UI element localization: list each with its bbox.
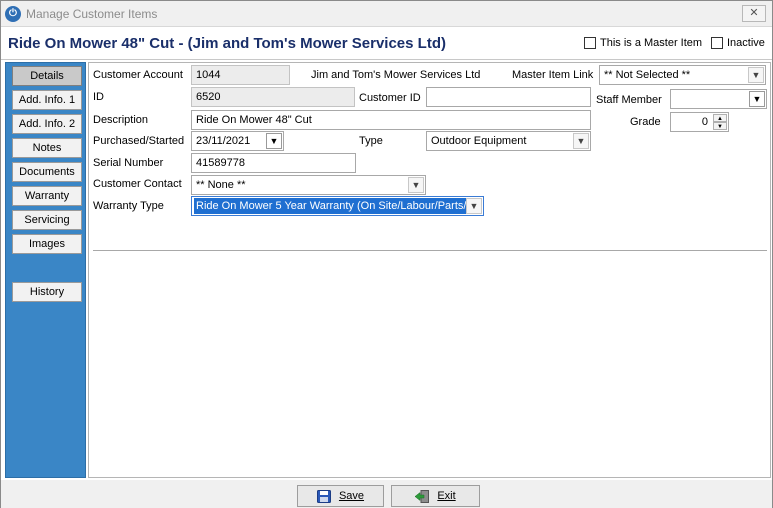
power-icon: ⏻ — [5, 6, 21, 22]
warranty-type-value: Ride On Mower 5 Year Warranty (On Site/L… — [194, 198, 469, 214]
close-button[interactable]: ✕ — [742, 5, 766, 22]
chevron-down-icon[interactable]: ▼ — [408, 177, 424, 193]
master-item-checkbox[interactable]: This is a Master Item — [584, 37, 702, 49]
exit-label: Exit — [437, 490, 456, 502]
sidebar: Details Add. Info. 1 Add. Info. 2 Notes … — [5, 62, 86, 478]
customer-contact-select[interactable]: ** None ** ▼ — [191, 175, 426, 195]
page-title: Ride On Mower 48" Cut - (Jim and Tom's M… — [8, 35, 446, 52]
description-label: Description — [93, 114, 149, 126]
save-label: Save — [338, 490, 365, 502]
sidebar-item-add-info-1[interactable]: Add. Info. 1 — [12, 90, 82, 110]
staff-member-select[interactable]: ▼ — [670, 89, 767, 109]
warranty-type-label: Warranty Type — [93, 200, 164, 212]
id-label: ID — [93, 91, 104, 103]
details-panel: Customer Account 1044 Jim and Tom's Mowe… — [88, 62, 771, 478]
chevron-down-icon[interactable]: ▼ — [466, 198, 482, 214]
customer-name-text: Jim and Tom's Mower Services Ltd — [311, 69, 481, 81]
sidebar-item-warranty[interactable]: Warranty — [12, 186, 82, 206]
window-title: Manage Customer Items — [26, 7, 158, 21]
grade-label: Grade — [630, 116, 661, 128]
exit-door-icon — [415, 489, 430, 503]
customer-account-field[interactable]: 1044 — [191, 65, 290, 85]
floppy-disk-icon — [316, 489, 331, 503]
sidebar-item-details[interactable]: Details — [12, 66, 82, 86]
master-item-link-label: Master Item Link — [512, 69, 594, 81]
customer-account-label: Customer Account — [93, 69, 183, 81]
sidebar-item-add-info-2[interactable]: Add. Info. 2 — [12, 114, 82, 134]
sidebar-item-images[interactable]: Images — [12, 234, 82, 254]
customer-id-label: Customer ID — [359, 92, 421, 104]
serial-number-field[interactable]: 41589778 — [191, 153, 356, 173]
footer: Save Exit — [1, 480, 772, 508]
master-item-label: This is a Master Item — [600, 37, 703, 49]
divider — [93, 250, 767, 251]
grade-stepper[interactable]: 0 ▲ ▼ — [670, 112, 729, 132]
id-field[interactable]: 6520 — [191, 87, 355, 107]
chevron-down-icon[interactable]: ▼ — [573, 133, 589, 149]
chevron-down-icon[interactable]: ▼ — [713, 122, 727, 130]
customer-id-field[interactable] — [426, 87, 591, 107]
chevron-down-icon[interactable]: ▼ — [266, 133, 282, 149]
master-item-link-select[interactable]: ** Not Selected ** ▼ — [599, 65, 766, 85]
master-item-link-value: ** Not Selected ** — [604, 69, 691, 81]
type-value: Outdoor Equipment — [431, 135, 527, 147]
customer-contact-value: ** None ** — [196, 179, 246, 191]
title-bar: ⏻ Manage Customer Items ✕ — [1, 1, 772, 27]
sidebar-item-servicing[interactable]: Servicing — [12, 210, 82, 230]
sidebar-item-notes[interactable]: Notes — [12, 138, 82, 158]
warranty-type-select[interactable]: Ride On Mower 5 Year Warranty (On Site/L… — [191, 196, 484, 216]
staff-member-label: Staff Member — [596, 94, 662, 106]
checkbox-box[interactable] — [584, 37, 596, 49]
chevron-down-icon[interactable]: ▼ — [748, 67, 764, 83]
type-label: Type — [359, 135, 383, 147]
description-field[interactable]: Ride On Mower 48" Cut — [191, 110, 591, 130]
grade-value: 0 — [701, 116, 708, 128]
serial-number-label: Serial Number — [93, 157, 164, 169]
exit-button[interactable]: Exit — [391, 485, 480, 507]
chevron-up-icon[interactable]: ▲ — [713, 114, 727, 122]
stepper-arrows[interactable]: ▲ ▼ — [713, 114, 727, 130]
purchased-label: Purchased/Started — [93, 135, 185, 147]
checkbox-box[interactable] — [711, 37, 723, 49]
item-header: Ride On Mower 48" Cut - (Jim and Tom's M… — [1, 28, 772, 60]
sidebar-item-documents[interactable]: Documents — [12, 162, 82, 182]
purchased-date-field[interactable]: 23/11/2021 ▼ — [191, 131, 284, 151]
save-button[interactable]: Save — [297, 485, 384, 507]
inactive-label: Inactive — [727, 37, 765, 49]
purchased-date-value: 23/11/2021 — [196, 135, 251, 147]
manage-customer-items-window: ⏻ Manage Customer Items ✕ Ride On Mower … — [0, 0, 773, 508]
type-select[interactable]: Outdoor Equipment ▼ — [426, 131, 591, 151]
customer-contact-label: Customer Contact — [93, 178, 182, 190]
inactive-checkbox[interactable]: Inactive — [711, 37, 765, 49]
chevron-down-icon[interactable]: ▼ — [749, 91, 765, 107]
sidebar-item-history[interactable]: History — [12, 282, 82, 302]
